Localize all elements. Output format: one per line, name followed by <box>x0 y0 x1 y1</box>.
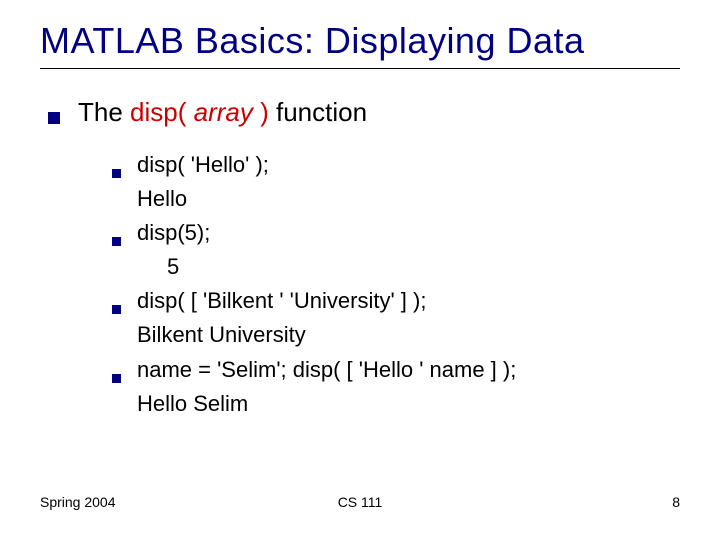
example-code: disp( [ 'Bilkent ' 'University' ] ); <box>137 284 426 318</box>
footer-center: CS 111 <box>338 494 383 510</box>
example-code: disp( 'Hello' ); <box>137 148 269 182</box>
list-item: disp(5); <box>112 216 680 250</box>
footer-page-number: 8 <box>672 494 680 510</box>
text-array: array <box>186 97 260 127</box>
slide: MATLAB Basics: Displaying Data The disp(… <box>0 0 720 540</box>
list-item: disp( [ 'Bilkent ' 'University' ] ); <box>112 284 680 318</box>
square-bullet-icon <box>112 374 121 383</box>
square-bullet-icon <box>112 169 121 178</box>
example-output: Hello <box>137 182 680 216</box>
square-bullet-icon <box>48 112 60 124</box>
example-output: Bilkent University <box>137 318 680 352</box>
list-item: disp( 'Hello' ); <box>112 148 680 182</box>
text-disp: disp( <box>130 97 186 127</box>
list-item: name = 'Selim'; disp( [ 'Hello ' name ] … <box>112 353 680 387</box>
text-close: ) <box>260 97 269 127</box>
square-bullet-icon <box>112 237 121 246</box>
example-output: 5 <box>167 250 680 284</box>
main-bullet-text: The disp( array ) function <box>78 97 367 128</box>
example-code: name = 'Selim'; disp( [ 'Hello ' name ] … <box>137 353 516 387</box>
examples-block: disp( 'Hello' ); Hello disp(5); 5 disp( … <box>112 148 680 421</box>
main-bullet: The disp( array ) function <box>48 97 680 128</box>
example-code: disp(5); <box>137 216 210 250</box>
example-output: Hello Selim <box>137 387 680 421</box>
text-prefix: The <box>78 97 130 127</box>
footer-left: Spring 2004 <box>40 494 116 510</box>
footer: Spring 2004 CS 111 8 <box>40 494 680 510</box>
slide-title: MATLAB Basics: Displaying Data <box>40 20 680 69</box>
square-bullet-icon <box>112 305 121 314</box>
text-suffix: function <box>269 97 367 127</box>
